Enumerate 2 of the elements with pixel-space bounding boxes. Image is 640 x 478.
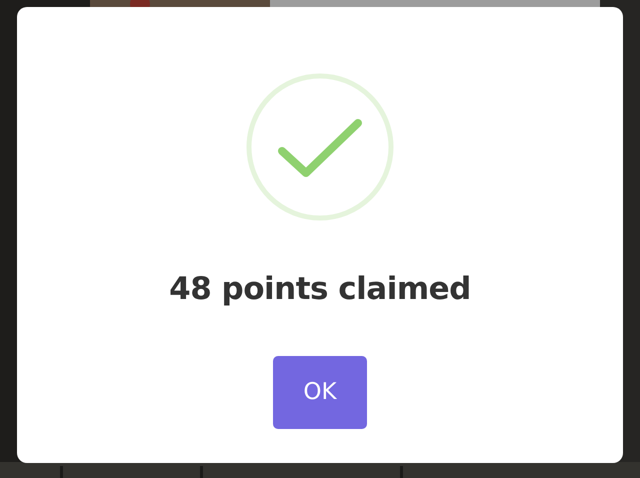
dialog-title: 48 points claimed <box>169 271 471 308</box>
ok-button[interactable]: OK <box>273 356 367 430</box>
